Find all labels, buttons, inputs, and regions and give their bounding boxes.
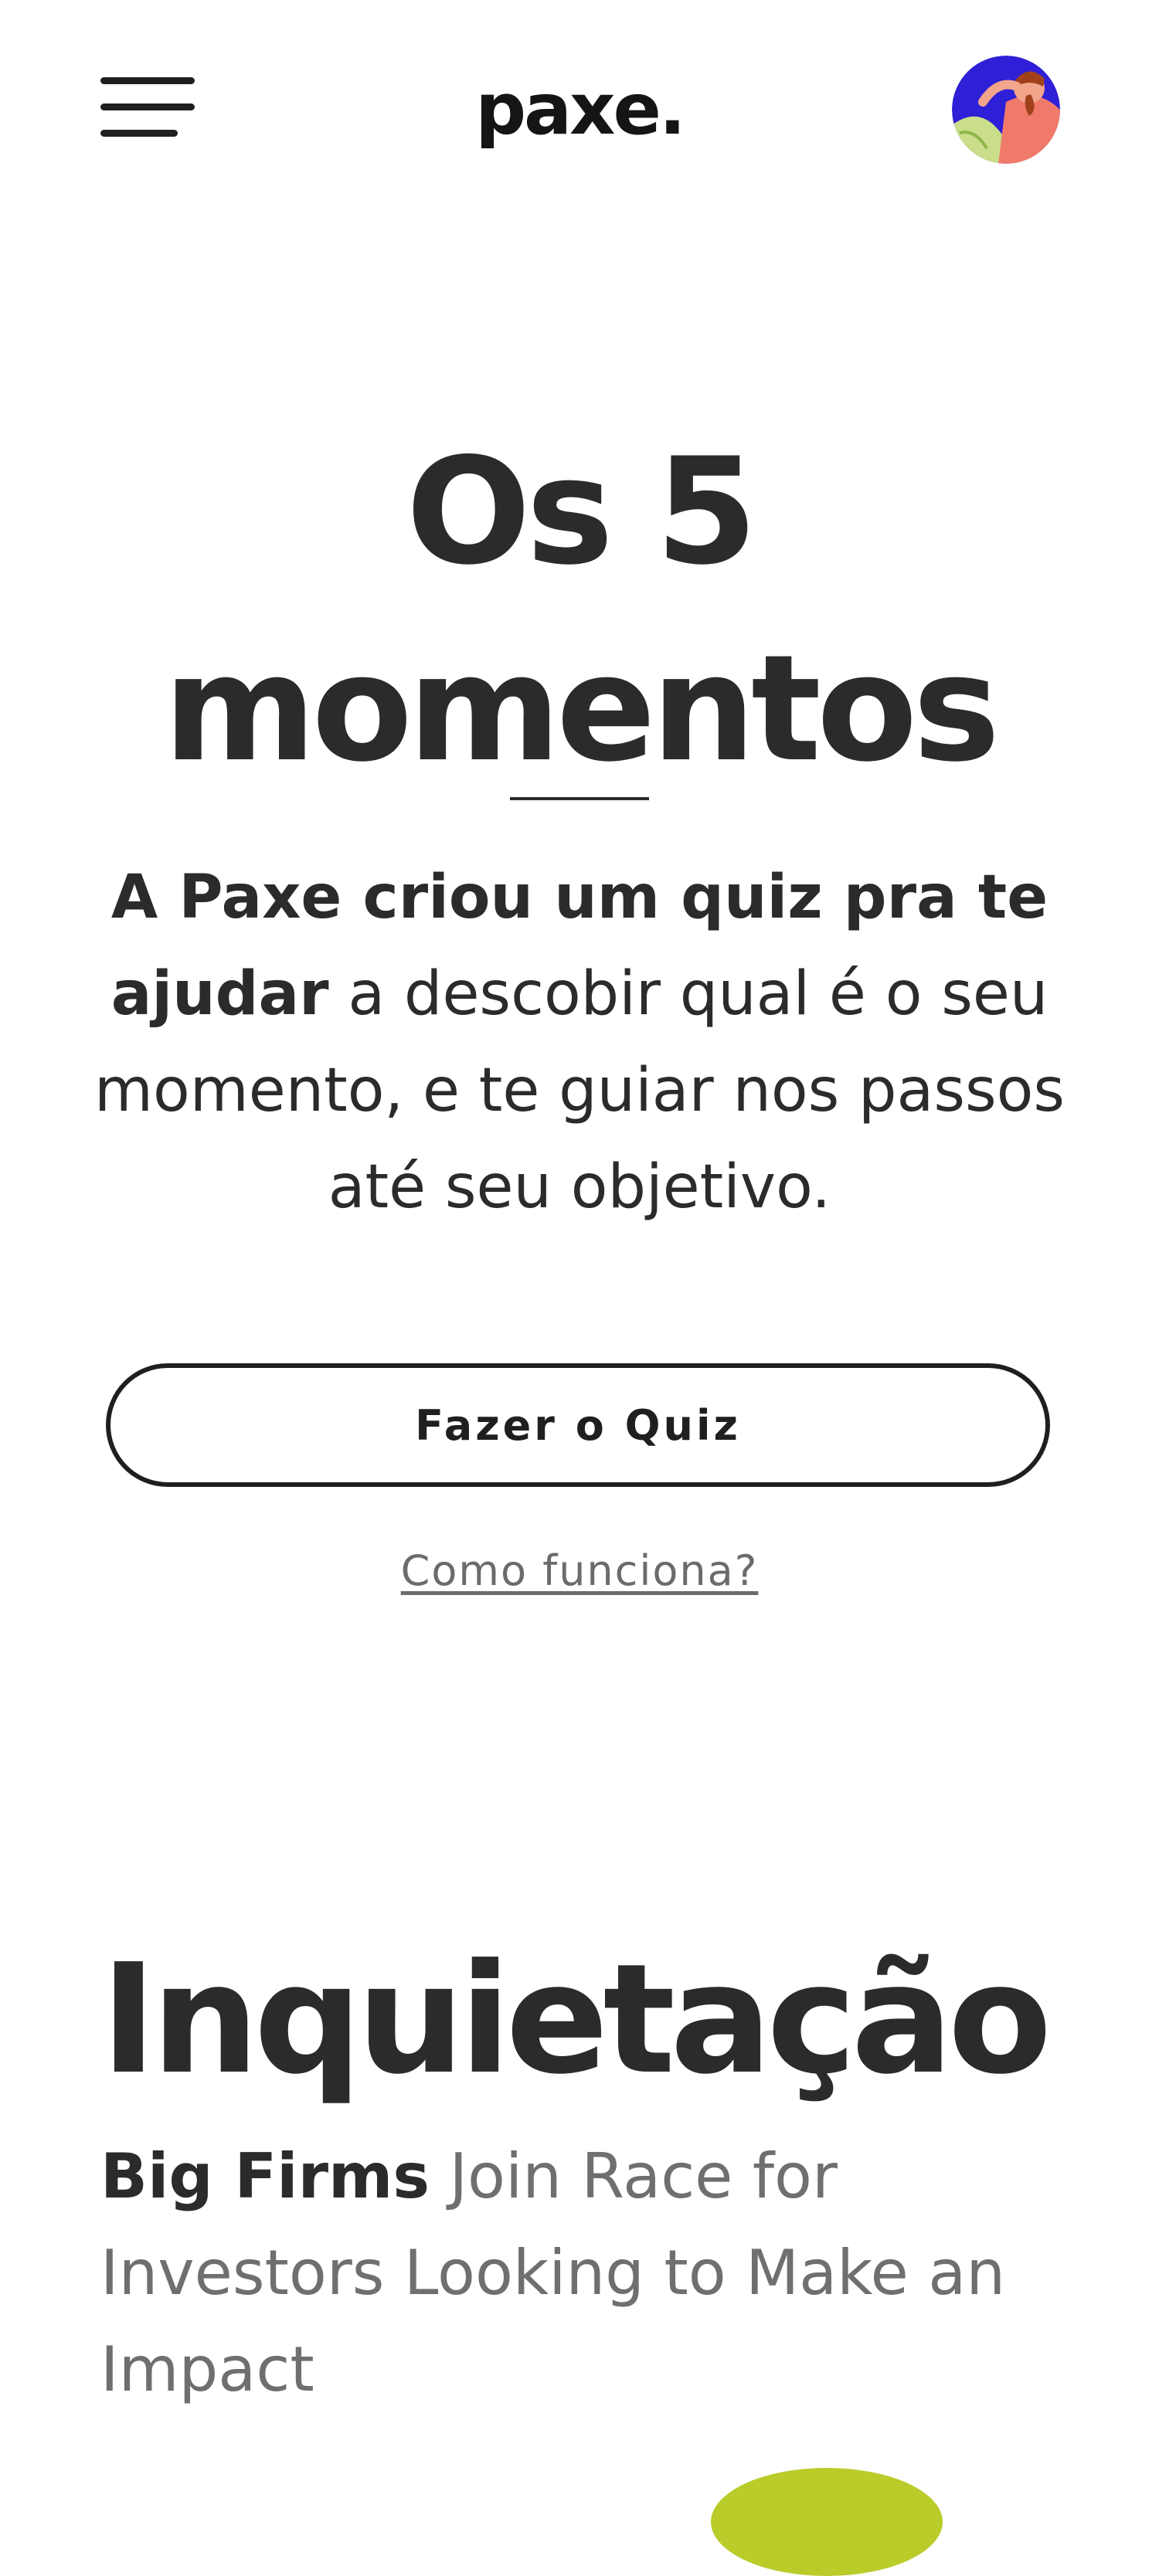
title-divider <box>510 797 649 800</box>
hero-title: Os 5 momentos <box>0 413 1159 807</box>
hero-title-line: Os 5 <box>406 426 758 597</box>
decorative-blob <box>711 2468 943 2576</box>
section-text: Big Firms Join Race for Investors Lookin… <box>100 2128 1066 2418</box>
section-title: Inquietação <box>100 1932 1052 2108</box>
take-quiz-button[interactable]: Fazer o Quiz <box>106 1363 1050 1487</box>
how-it-works-link[interactable]: Como funciona? <box>0 1546 1159 1595</box>
avatar-illustration-icon <box>952 56 1060 164</box>
hero-title-line: momentos <box>163 623 1000 794</box>
header: paxe. <box>0 0 1159 216</box>
user-avatar[interactable] <box>952 56 1060 164</box>
section-bold-text: Big Firms <box>100 2140 430 2212</box>
intro-text: A Paxe criou um quiz pra te ajudar a des… <box>93 850 1066 1236</box>
